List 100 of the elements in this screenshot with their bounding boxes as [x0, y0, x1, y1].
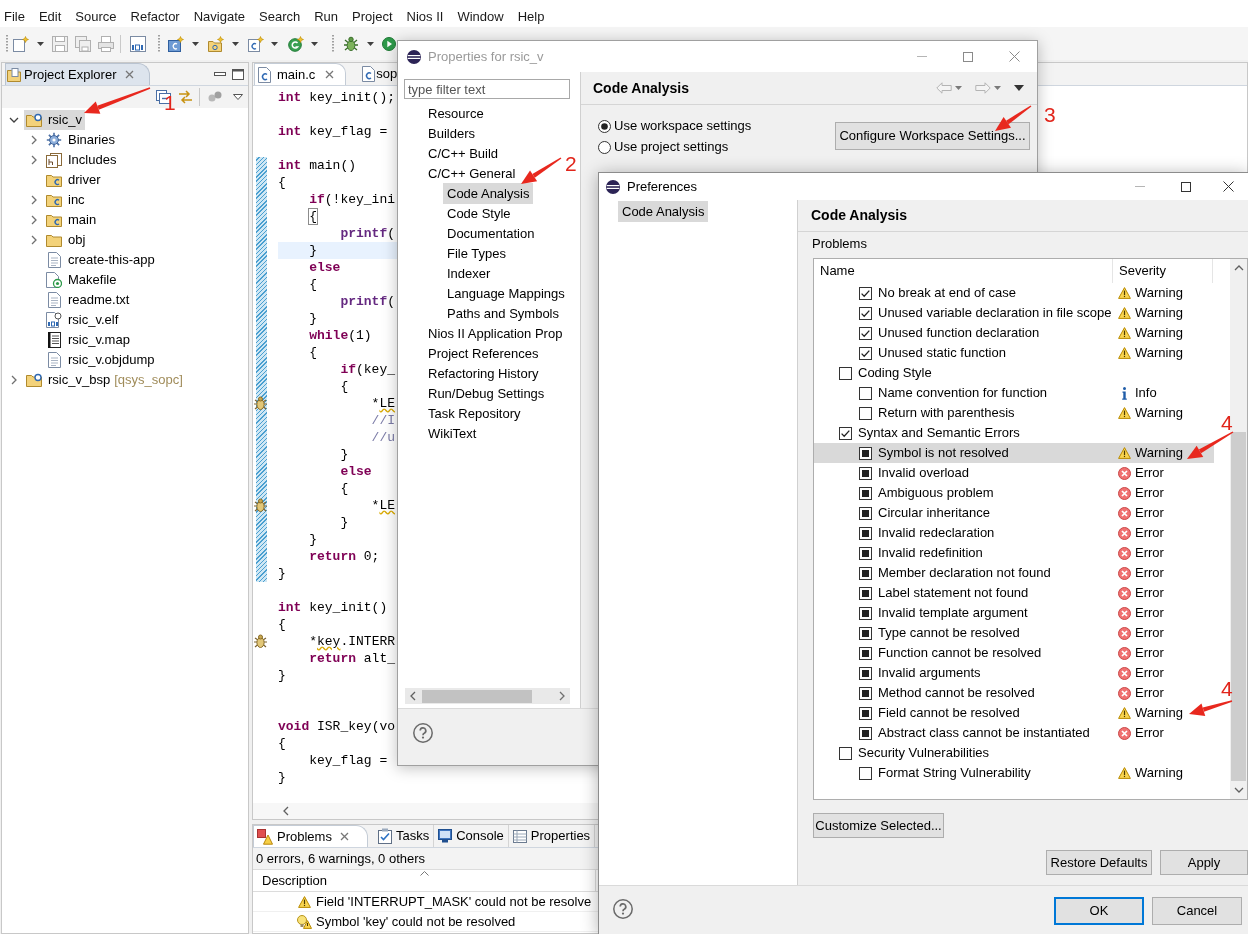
- tree-item[interactable]: Code Analysis: [618, 201, 709, 222]
- caret-down-icon[interactable]: [37, 41, 44, 46]
- menu-item[interactable]: Window: [450, 7, 511, 27]
- checkbox[interactable]: [859, 706, 872, 720]
- tree-item[interactable]: Makefile: [44, 270, 120, 290]
- view-tab[interactable]: Properties: [508, 825, 596, 847]
- view-tab[interactable]: Console: [434, 825, 509, 847]
- tree-item[interactable]: WikiText: [424, 422, 481, 444]
- caret-down-icon[interactable]: [367, 41, 374, 46]
- table-row[interactable]: Function cannot be resolved Error: [814, 643, 1214, 663]
- tree-item[interactable]: obj: [44, 230, 89, 250]
- tree-item[interactable]: C/C++ Build: [424, 142, 503, 164]
- table-row[interactable]: Type cannot be resolved Error: [814, 623, 1214, 643]
- tree-item[interactable]: Binaries: [44, 130, 118, 150]
- chevron-right-icon[interactable]: [31, 135, 37, 145]
- checkbox[interactable]: [859, 646, 872, 660]
- table-row[interactable]: Unused variable declaration in file scope Warning: [814, 303, 1214, 323]
- close-icon[interactable]: [325, 70, 335, 79]
- column-header[interactable]: Name: [814, 259, 1113, 283]
- table-row[interactable]: Return with parenthesis Warning: [814, 403, 1214, 423]
- tree-item[interactable]: Paths and Symbols: [443, 302, 563, 324]
- checkbox[interactable]: [859, 606, 872, 620]
- checkbox[interactable]: [859, 766, 872, 780]
- chevron-right-icon[interactable]: [31, 235, 37, 245]
- scrollbar-thumb[interactable]: [422, 689, 532, 703]
- checkbox[interactable]: [859, 386, 872, 400]
- tree-item[interactable]: main: [44, 210, 100, 230]
- checkbox[interactable]: [859, 446, 872, 460]
- caret-down-icon[interactable]: [311, 41, 318, 46]
- tree-item[interactable]: rsic_v: [24, 110, 85, 130]
- table-row[interactable]: Invalid arguments Error: [814, 663, 1214, 683]
- checkbox[interactable]: [859, 666, 872, 680]
- close-icon[interactable]: [339, 832, 349, 841]
- tree-item[interactable]: Builders: [424, 122, 479, 144]
- menu-item[interactable]: Edit: [31, 7, 69, 27]
- checkbox[interactable]: [839, 426, 852, 440]
- maximize-icon[interactable]: [232, 68, 244, 80]
- column-header[interactable]: Description: [253, 870, 596, 891]
- tree-item[interactable]: Indexer: [443, 262, 495, 284]
- chevron-down-icon[interactable]: [9, 117, 19, 123]
- customize-button[interactable]: Customize Selected...: [813, 813, 944, 838]
- table-row[interactable]: Name convention for function Info: [814, 383, 1214, 403]
- checkbox[interactable]: [859, 506, 872, 520]
- table-row[interactable]: Abstract class cannot be instantiated Error: [814, 723, 1214, 743]
- new-project-icon[interactable]: [168, 35, 184, 52]
- new-folder-icon[interactable]: [208, 35, 224, 52]
- chevron-right-icon[interactable]: [31, 215, 37, 225]
- menu-item[interactable]: Navigate: [186, 7, 252, 27]
- table-row[interactable]: Unused static function Warning: [814, 343, 1214, 363]
- tree-item[interactable]: Code Analysis: [443, 182, 534, 204]
- tree-item[interactable]: rsic_v.elf: [44, 310, 122, 330]
- view-tab[interactable]: Problems: [253, 825, 368, 847]
- filter-field[interactable]: type filter text: [404, 79, 570, 99]
- menu-item[interactable]: Source: [68, 7, 124, 27]
- checkbox[interactable]: [859, 306, 872, 320]
- checkbox[interactable]: [839, 366, 852, 380]
- tree-item[interactable]: rsic_v.objdump: [44, 350, 158, 370]
- menu-item[interactable]: File: [0, 7, 32, 27]
- page-button[interactable]: Restore Defaults: [1046, 850, 1152, 875]
- radio-icon[interactable]: [598, 119, 611, 133]
- help-icon[interactable]: [613, 899, 633, 919]
- table-row[interactable]: Invalid template argument Error: [814, 603, 1214, 623]
- checkbox[interactable]: [859, 526, 872, 540]
- checkbox[interactable]: [839, 746, 852, 760]
- checkbox[interactable]: [859, 626, 872, 640]
- tree-item[interactable]: Resource: [424, 102, 488, 124]
- chevron-up-icon[interactable]: [1233, 265, 1244, 271]
- chevron-right-icon[interactable]: [11, 375, 17, 385]
- tree-item[interactable]: File Types: [443, 242, 510, 264]
- view-tab[interactable]: Tasks: [373, 825, 435, 847]
- chevron-down-icon[interactable]: [1233, 787, 1244, 793]
- tree-item[interactable]: Language Mappings: [443, 282, 569, 304]
- tree-item[interactable]: Run/Debug Settings: [424, 382, 549, 404]
- table-row[interactable]: Unused function declaration Warning: [814, 323, 1214, 343]
- checkbox[interactable]: [859, 326, 872, 340]
- table-row[interactable]: Security Vulnerabilities: [814, 743, 1214, 763]
- table-row[interactable]: Member declaration not found Error: [814, 563, 1214, 583]
- tree-item[interactable]: Includes: [44, 150, 120, 170]
- sort-caret-icon[interactable]: [420, 871, 429, 876]
- new-source-file-icon[interactable]: [248, 35, 264, 52]
- tree-item[interactable]: rsic_v_bsp [qsys_sopc]: [24, 370, 186, 390]
- caret-down-icon[interactable]: [232, 41, 239, 46]
- menu-item[interactable]: Help: [510, 7, 552, 27]
- chevron-right-icon[interactable]: [31, 155, 37, 165]
- table-row[interactable]: Invalid redeclaration Error: [814, 523, 1214, 543]
- horizontal-scrollbar[interactable]: [405, 688, 570, 704]
- chevron-left-icon[interactable]: [410, 691, 416, 701]
- menu-item[interactable]: Project: [345, 7, 400, 27]
- radio-button[interactable]: Use workspace settings: [598, 117, 752, 135]
- chevron-right-icon[interactable]: [559, 691, 565, 701]
- view-menu-icon[interactable]: [233, 94, 243, 100]
- table-row[interactable]: Symbol is not resolved Warning: [814, 443, 1214, 463]
- bug-icon[interactable]: [343, 35, 359, 52]
- binary-file-icon[interactable]: [130, 35, 146, 52]
- radio-button[interactable]: Use project settings: [598, 138, 752, 156]
- tree-item[interactable]: driver: [44, 170, 104, 190]
- new-file-icon[interactable]: [13, 35, 29, 52]
- help-icon[interactable]: [413, 723, 433, 743]
- checkbox[interactable]: [859, 486, 872, 500]
- checkbox[interactable]: [859, 586, 872, 600]
